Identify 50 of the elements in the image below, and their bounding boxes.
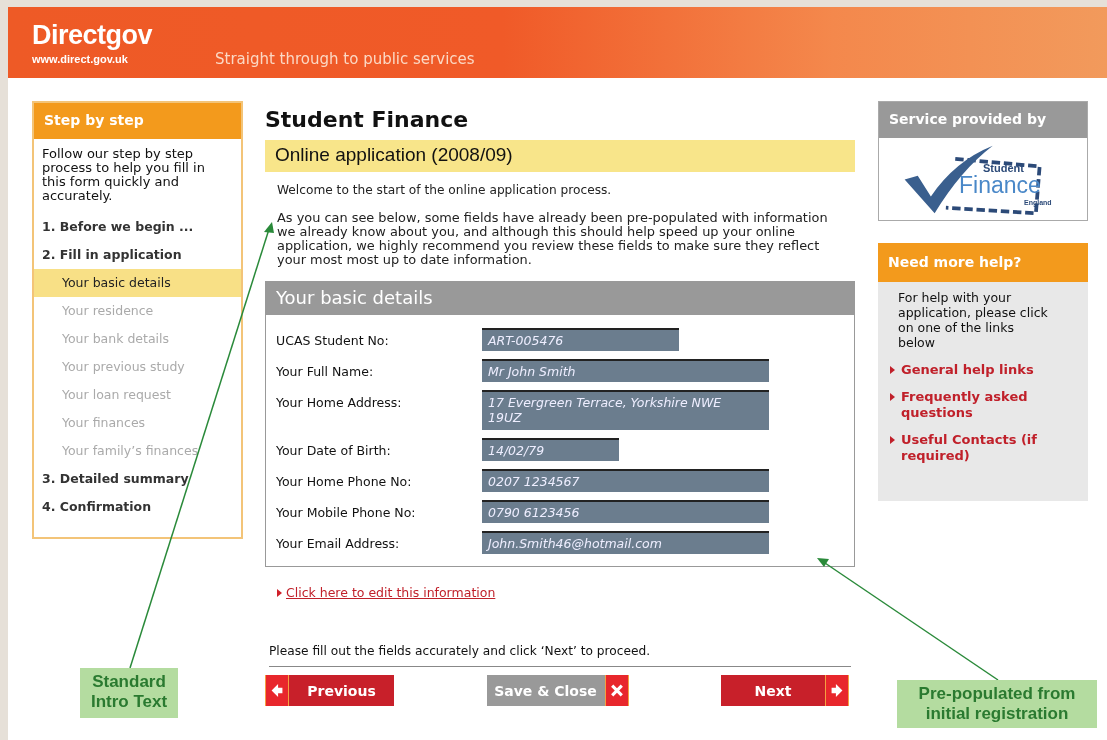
step-item[interactable]: Your basic details bbox=[34, 269, 241, 297]
welcome-text: Welcome to the start of the online application process. bbox=[277, 183, 613, 197]
page-title: Student Finance bbox=[265, 107, 470, 133]
bullet-icon bbox=[890, 436, 895, 444]
close-icon bbox=[610, 684, 623, 697]
input-field[interactable]: 14/02/79 bbox=[482, 438, 619, 461]
panel-title: Step by step bbox=[34, 103, 241, 139]
input-field[interactable]: 0207 1234567 bbox=[482, 469, 769, 492]
input-field[interactable]: ART-005476 bbox=[482, 328, 679, 351]
subtitle-bar: Online application (2008/09) bbox=[265, 140, 855, 172]
field-label: Your Email Address: bbox=[276, 535, 401, 551]
previous-button[interactable]: Previous bbox=[265, 675, 394, 706]
edit-link[interactable]: Click here to edit this information bbox=[286, 585, 496, 600]
site-url: www.direct.gov.uk bbox=[32, 53, 128, 65]
input-field[interactable]: John.Smith46@hotmail.com bbox=[482, 531, 769, 554]
step-item[interactable]: 1. Before we begin ... bbox=[34, 213, 241, 241]
field-label: Your Home Address: bbox=[276, 394, 403, 410]
arrow-right-icon bbox=[831, 684, 843, 697]
section-title: Your basic details bbox=[266, 282, 854, 315]
steps-intro: Follow our step by step process to help you fill in this form quickly and accurately. bbox=[42, 147, 206, 203]
bullet-icon bbox=[277, 588, 282, 597]
instruction-text: Please fill out the fields accurately and click ‘Next’ to proceed. bbox=[269, 644, 851, 667]
panel-title: Service provided by bbox=[879, 102, 1087, 138]
help-link[interactable]: General help links bbox=[901, 362, 1061, 378]
save-close-button[interactable]: Save & Close bbox=[486, 675, 629, 706]
site-logo[interactable]: Directgov bbox=[32, 19, 153, 51]
intro-paragraph: As you can see below, some fields have already been pre-populated with information we already know about you, and although this should help speed up your online application, we highly recommend you review these fields to make sure they reflect your most most up to date information. bbox=[277, 211, 829, 267]
step-item[interactable]: 3. Detailed summary bbox=[34, 465, 241, 493]
bullet-icon bbox=[890, 393, 895, 401]
field-label: Your Mobile Phone No: bbox=[276, 504, 417, 520]
bullet-icon bbox=[890, 366, 895, 374]
help-link[interactable]: Frequently asked questions bbox=[901, 389, 1061, 421]
field-label: Your Full Name: bbox=[276, 363, 375, 379]
logo-text: Finance bbox=[959, 172, 1041, 199]
annotation-label: Standard Intro Text bbox=[80, 668, 178, 718]
panel-title: Need more help? bbox=[878, 243, 1088, 282]
help-text: For help with your application, please click on one of the links below bbox=[898, 290, 1048, 350]
input-field[interactable]: 0790 6123456 bbox=[482, 500, 769, 523]
field-label: Your Date of Birth: bbox=[276, 442, 392, 458]
site-tagline: Straight through to public services bbox=[215, 50, 475, 68]
help-link[interactable]: Useful Contacts (if required) bbox=[901, 432, 1061, 464]
annotation-label: Pre-populated from initial registration bbox=[897, 680, 1097, 728]
next-button[interactable]: Next bbox=[721, 675, 849, 706]
input-field[interactable]: 17 Evergreen Terrace, Yorkshire NWE 19UZ bbox=[482, 390, 769, 430]
input-field[interactable]: Mr John Smith bbox=[482, 359, 769, 382]
step-item[interactable]: 4. Confirmation bbox=[34, 493, 241, 521]
step-item[interactable]: 2. Fill in application bbox=[34, 241, 241, 269]
arrow-left-icon bbox=[271, 684, 283, 697]
field-label: Your Home Phone No: bbox=[276, 473, 413, 489]
field-label: UCAS Student No: bbox=[276, 332, 390, 348]
